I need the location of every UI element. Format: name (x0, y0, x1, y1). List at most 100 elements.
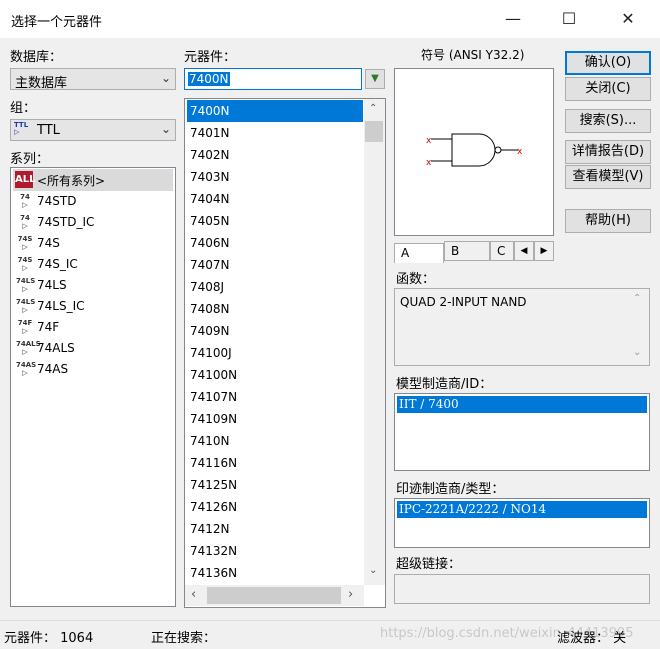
component-item[interactable]: 7404N (187, 188, 363, 210)
scroll-up-icon[interactable]: ⌃ (369, 103, 377, 114)
ttl-chip-icon: 74ALS ▷ (16, 340, 41, 356)
family-list[interactable]: ALL <所有系列> 74 ▷ 74STD 74 ▷ 74STD_IC 74S ▷ 7… (10, 167, 176, 607)
footprint-mfr-label: 印迹制造商/类型： (396, 482, 505, 497)
database-label: 数据库： (10, 50, 63, 65)
chevron-down-icon: ⌄ (160, 122, 171, 136)
component-item[interactable]: 74116N (187, 452, 363, 474)
family-item[interactable]: 74LS ▷ 74LS (13, 275, 173, 296)
family-item-label: 74ALS (37, 341, 75, 355)
family-item[interactable]: 74LS ▷ 74LS_IC (13, 296, 173, 317)
close-icon[interactable]: ✕ (605, 0, 651, 38)
family-item[interactable]: 74S ▷ 74S_IC (13, 254, 173, 275)
family-item-label: 74AS (37, 362, 69, 376)
scroll-right-icon[interactable]: › (348, 587, 353, 602)
component-item[interactable]: 7403N (187, 166, 363, 188)
tab-scroll-right-icon[interactable]: ▶ (534, 241, 554, 261)
component-item[interactable]: 7412N (187, 518, 363, 540)
scrollbar-thumb[interactable] (365, 121, 383, 142)
component-item[interactable]: 74132N (187, 540, 363, 562)
family-item[interactable]: 74 ▷ 74STD_IC (13, 212, 173, 233)
svg-text:x: x (517, 147, 523, 157)
component-list-items: 7400N 7401N 7402N 7403N 7404N 7405N 7406N 7407N… (186, 100, 364, 586)
model-mfr-item[interactable]: IIT / 7400 (397, 396, 647, 413)
component-item[interactable]: 7408J (187, 276, 363, 298)
filter-icon[interactable]: ▼ (365, 69, 385, 89)
component-item[interactable]: 7402N (187, 144, 363, 166)
scroll-down-icon[interactable]: ⌄ (633, 347, 641, 358)
function-label: 函数： (396, 272, 436, 287)
component-item[interactable]: 74100N (187, 364, 363, 386)
component-item[interactable]: 7400N (187, 100, 363, 122)
component-item[interactable]: 74126N (187, 496, 363, 518)
tab-c[interactable]: C (490, 241, 514, 261)
component-item[interactable]: 74109N (187, 408, 363, 430)
chevron-down-icon: ⌄ (160, 71, 171, 85)
component-search-input[interactable]: 7400N (184, 68, 362, 90)
maximize-icon[interactable]: ☐ (546, 0, 592, 38)
function-text-box: QUAD 2-INPUT NAND ⌃ ⌄ (394, 288, 650, 366)
symbol-preview: x x x (394, 68, 554, 236)
ttl-chip-icon: 74F ▷ (17, 319, 33, 335)
searching-status: 正在搜索： (151, 631, 217, 646)
component-item[interactable]: 7401N (187, 122, 363, 144)
footprint-mfr-list[interactable]: IPC-2221A/2222 / NO14 (394, 498, 650, 548)
filter-status: 滤波器： 关 (557, 631, 627, 646)
group-value: TTL (37, 123, 60, 138)
family-item-label: 74S (37, 236, 60, 250)
hyperlink-box (394, 574, 650, 604)
ttl-chip-icon: 74LS ▷ (16, 277, 36, 293)
scroll-up-icon[interactable]: ⌃ (633, 293, 641, 304)
minimize-icon[interactable]: — (490, 0, 536, 38)
component-item[interactable]: 74100J (187, 342, 363, 364)
component-item[interactable]: 74107N (187, 386, 363, 408)
component-item[interactable]: 74125N (187, 474, 363, 496)
component-item[interactable]: 7405N (187, 210, 363, 232)
tab-a[interactable]: A (394, 243, 444, 263)
ttl-chip-icon: 74 ▷ (20, 214, 30, 230)
window-title: 选择一个元器件 (11, 15, 103, 30)
all-family-icon: ALL (15, 171, 35, 188)
ttl-chip-icon: 74S ▷ (17, 256, 33, 272)
component-item[interactable]: 7406N (187, 232, 363, 254)
family-item[interactable]: 74S ▷ 74S (13, 233, 173, 254)
close-button[interactable]: 关闭(C) (565, 77, 651, 101)
title-bar: 选择一个元器件 — ☐ ✕ (0, 0, 660, 38)
family-item[interactable]: 74 ▷ 74STD (13, 191, 173, 212)
ttl-chip-icon: 74 ▷ (20, 193, 30, 209)
search-button[interactable]: 搜索(S)... (565, 109, 651, 133)
component-item[interactable]: 7409N (187, 320, 363, 342)
component-item[interactable]: 7407N (187, 254, 363, 276)
vertical-scrollbar[interactable]: ⌃ ⌄ (364, 99, 385, 585)
family-item[interactable]: 74AS ▷ 74AS (13, 359, 173, 380)
family-item-label: 74S_IC (37, 257, 78, 271)
component-item[interactable]: 74136N (187, 562, 363, 584)
family-item[interactable]: 74F ▷ 74F (13, 317, 173, 338)
tab-scroll-left-icon[interactable]: ◀ (514, 241, 534, 261)
component-item[interactable]: 7408N (187, 298, 363, 320)
model-mfr-list[interactable]: IIT / 7400 (394, 393, 650, 471)
detail-report-button[interactable]: 详情报告(D) (565, 140, 651, 164)
family-item-label: 74F (37, 320, 60, 334)
scroll-down-icon[interactable]: ⌄ (369, 565, 377, 576)
group-label: 组： (10, 101, 37, 116)
family-item[interactable]: 74ALS ▷ 74ALS (13, 338, 173, 359)
component-list[interactable]: 7400N 7401N 7402N 7403N 7404N 7405N 7406N 7407N… (184, 98, 386, 608)
horizontal-scrollbar[interactable]: ‹ › (185, 585, 364, 606)
help-button[interactable]: 帮助(H) (565, 209, 651, 233)
database-dropdown[interactable]: 主数据库 ⌄ (10, 68, 176, 91)
nand-gate-symbol: x x x (426, 133, 523, 168)
component-item[interactable]: 7410N (187, 430, 363, 452)
tab-b[interactable]: B (444, 241, 490, 261)
family-item-label: 74STD (37, 194, 77, 208)
components-label: 元器件： (184, 50, 237, 65)
scroll-left-icon[interactable]: ‹ (191, 587, 196, 602)
family-item-all[interactable]: ALL <所有系列> (13, 169, 173, 191)
svg-text:x: x (426, 158, 432, 168)
view-model-button[interactable]: 查看模型(V) (565, 165, 651, 189)
footprint-mfr-item[interactable]: IPC-2221A/2222 / NO14 (397, 501, 647, 518)
database-value: 主数据库 (15, 76, 68, 91)
family-item-label: 74LS (37, 278, 67, 292)
scrollbar-thumb[interactable] (207, 587, 341, 604)
group-dropdown[interactable]: TTL ▷ TTL ⌄ (10, 119, 176, 141)
ok-button[interactable]: 确认(O) (565, 51, 651, 75)
